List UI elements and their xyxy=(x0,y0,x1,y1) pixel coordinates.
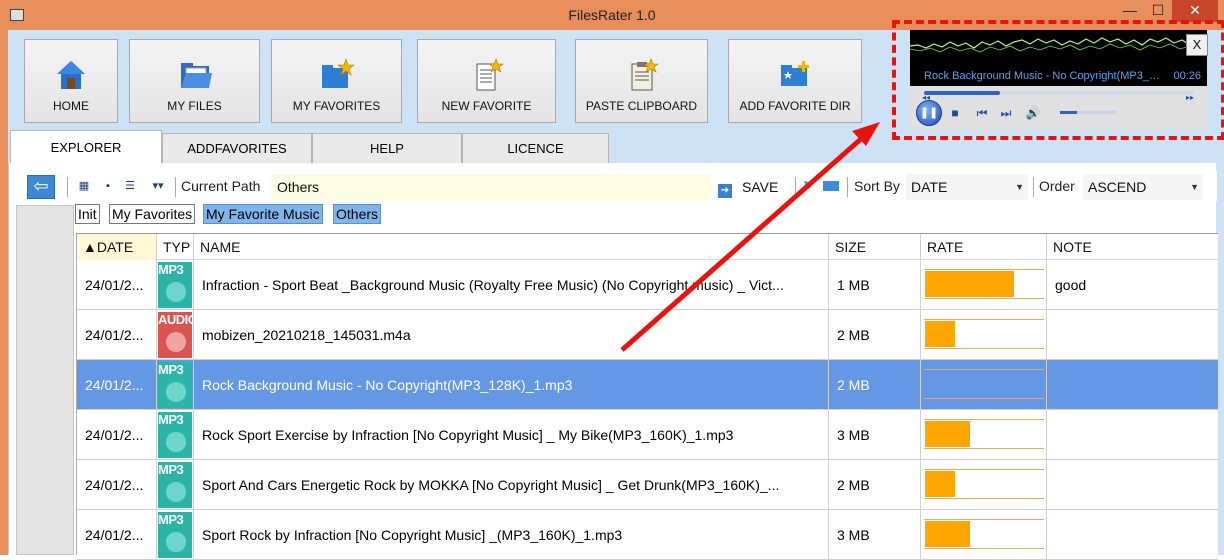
app-window: FilesRater 1.0 — ☐ ✕ HOME MY FILES MY FA… xyxy=(0,0,1224,560)
annotation-arrow xyxy=(620,122,880,352)
